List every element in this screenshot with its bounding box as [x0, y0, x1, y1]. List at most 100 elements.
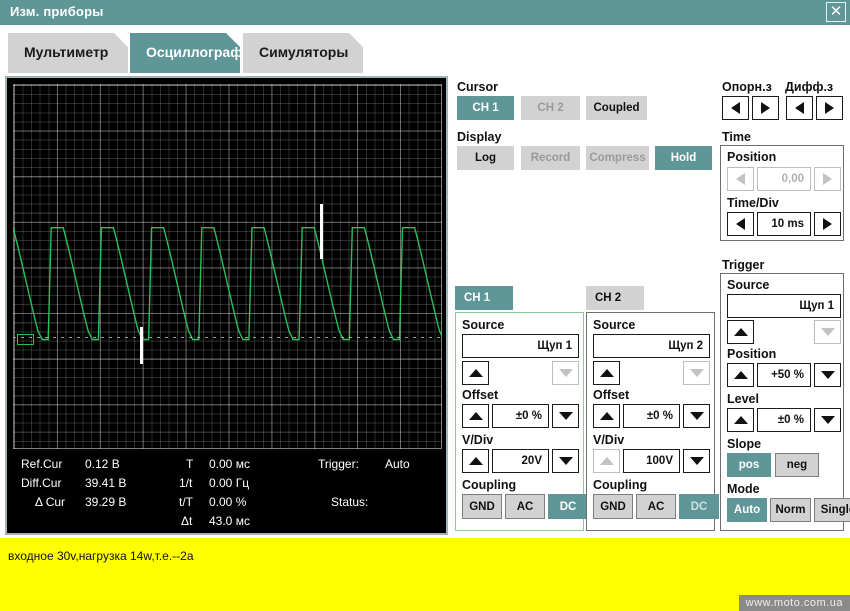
- time-position-value[interactable]: 0,00: [757, 167, 811, 191]
- watermark: www.moto.com.ua: [738, 595, 850, 611]
- ch2-vdiv-up-button[interactable]: [593, 449, 620, 473]
- ch2-offset-down-button[interactable]: [683, 404, 710, 428]
- tab-oscilloscope-label: Осциллограф: [146, 44, 243, 60]
- ch2-coupling-dc-button[interactable]: DC: [679, 494, 719, 519]
- tab-simulators[interactable]: Симуляторы: [243, 33, 363, 73]
- delta-t-value: 43.0 мс: [209, 514, 250, 528]
- ch1-coupling-gnd-button[interactable]: GND: [462, 494, 502, 519]
- time-panel: Position 0,00 Time/Div 10 ms: [720, 145, 844, 241]
- trigger-position-down-button[interactable]: [814, 363, 841, 387]
- window-title: Изм. приборы: [10, 4, 104, 19]
- trigger-position-value[interactable]: +50 %: [757, 363, 811, 387]
- time-position-label: Position: [727, 150, 777, 164]
- diff-nudge-left-button[interactable]: [786, 96, 813, 120]
- ground-level-marker[interactable]: [17, 334, 34, 345]
- chevron-right-icon: [823, 218, 832, 230]
- trigger-level-value[interactable]: ±0 %: [757, 408, 811, 432]
- ref-cur-label: Ref.Cur: [21, 457, 63, 471]
- chevron-up-icon: [599, 457, 614, 465]
- ch1-offset-down-button[interactable]: [552, 404, 579, 428]
- channel-panel-ch2: Source Щуп 2 Offset ±0 % V/Div 100V Coup…: [586, 312, 719, 531]
- chevron-down-icon: [558, 369, 573, 377]
- chevron-up-icon: [733, 328, 748, 336]
- ch1-source-up-button[interactable]: [462, 361, 489, 385]
- chevron-left-icon: [795, 102, 804, 114]
- trigger-level-down-button[interactable]: [814, 408, 841, 432]
- trigger-label: Trigger:: [318, 457, 359, 471]
- chevron-down-icon: [689, 457, 704, 465]
- ref-nudge-left-button[interactable]: [722, 96, 749, 120]
- trigger-value: Auto: [385, 457, 410, 471]
- display-compress-button[interactable]: Compress: [586, 146, 649, 170]
- measurement-readout: Ref.Cur 0.12 В Diff.Cur 39.41 В Δ Cur 39…: [13, 454, 442, 532]
- cursor-ch2-button[interactable]: CH 2: [521, 96, 580, 120]
- cursor-marker-a[interactable]: [140, 327, 143, 364]
- chevron-up-icon: [599, 412, 614, 420]
- ch2-offset-value[interactable]: ±0 %: [623, 404, 680, 428]
- trigger-level-label: Level: [727, 392, 759, 406]
- close-icon[interactable]: ✕: [826, 2, 846, 22]
- trigger-mode-single-button[interactable]: Single: [814, 498, 850, 522]
- ch2-source-up-button[interactable]: [593, 361, 620, 385]
- trigger-slope-neg-button[interactable]: neg: [775, 453, 819, 477]
- chevron-up-icon: [733, 416, 748, 424]
- ch2-coupling-ac-button[interactable]: AC: [636, 494, 676, 519]
- ch2-vdiv-value[interactable]: 100V: [623, 449, 680, 473]
- ch1-coupling-dc-button[interactable]: DC: [548, 494, 588, 519]
- diff-cur-label: Diff.Cur: [21, 476, 62, 490]
- oscilloscope-display[interactable]: Ref.Cur 0.12 В Diff.Cur 39.41 В Δ Cur 39…: [5, 76, 448, 535]
- ch1-offset-value[interactable]: ±0 %: [492, 404, 549, 428]
- trigger-position-up-button[interactable]: [727, 363, 754, 387]
- ch1-source-label: Source: [462, 318, 505, 332]
- cursor-coupled-button[interactable]: Coupled: [586, 96, 647, 120]
- chevron-up-icon: [733, 371, 748, 379]
- ch1-vdiv-down-button[interactable]: [552, 449, 579, 473]
- display-hold-button[interactable]: Hold: [655, 146, 712, 170]
- channel-tab-ch1[interactable]: CH 1: [455, 286, 513, 310]
- tab-oscilloscope[interactable]: Осциллограф: [130, 33, 240, 73]
- display-record-button[interactable]: Record: [521, 146, 580, 170]
- display-log-button[interactable]: Log: [457, 146, 514, 170]
- trigger-slope-label: Slope: [727, 437, 762, 451]
- trigger-mode-auto-button[interactable]: Auto: [727, 498, 767, 522]
- trigger-mode-norm-button[interactable]: Norm: [770, 498, 811, 522]
- time-position-increment-button[interactable]: [814, 167, 841, 191]
- ch1-vdiv-value[interactable]: 20V: [492, 449, 549, 473]
- ch1-source-value[interactable]: Щуп 1: [462, 334, 579, 358]
- ch2-source-down-button[interactable]: [683, 361, 710, 385]
- trigger-source-up-button[interactable]: [727, 320, 754, 344]
- ch2-vdiv-down-button[interactable]: [683, 449, 710, 473]
- trigger-panel: Source Щуп 1 Position +50 % Level ±0 % S…: [720, 273, 850, 531]
- chevron-right-icon: [823, 173, 832, 185]
- ch2-coupling-gnd-button[interactable]: GND: [593, 494, 633, 519]
- ref-nudge-right-button[interactable]: [752, 96, 779, 120]
- tab-simulators-label: Симуляторы: [259, 44, 349, 60]
- diff-nudge-right-button[interactable]: [816, 96, 843, 120]
- trigger-level-up-button[interactable]: [727, 408, 754, 432]
- trigger-slope-pos-button[interactable]: pos: [727, 453, 771, 477]
- ch2-source-value[interactable]: Щуп 2: [593, 334, 710, 358]
- delta-cur-value: 39.29 В: [85, 495, 127, 509]
- cursor-ch1-button[interactable]: CH 1: [457, 96, 514, 120]
- time-section-label: Time: [722, 130, 751, 144]
- channel-panel-ch1: Source Щуп 1 Offset ±0 % V/Div 20V Coupl…: [455, 312, 588, 531]
- tab-multimeter[interactable]: Мультиметр: [8, 33, 128, 73]
- time-div-value[interactable]: 10 ms: [757, 212, 811, 236]
- display-section-label: Display: [457, 130, 502, 144]
- time-position-decrement-button[interactable]: [727, 167, 754, 191]
- cursor-marker-b[interactable]: [320, 204, 323, 259]
- trigger-source-value[interactable]: Щуп 1: [727, 294, 841, 318]
- ch1-source-down-button[interactable]: [552, 361, 579, 385]
- trigger-source-down-button[interactable]: [814, 320, 841, 344]
- trigger-section-label: Trigger: [722, 258, 765, 272]
- chevron-up-icon: [468, 412, 483, 420]
- ch1-offset-up-button[interactable]: [462, 404, 489, 428]
- time-div-decrement-button[interactable]: [727, 212, 754, 236]
- chevron-down-icon: [558, 412, 573, 420]
- ch2-offset-up-button[interactable]: [593, 404, 620, 428]
- ch1-vdiv-up-button[interactable]: [462, 449, 489, 473]
- channel-tab-ch2[interactable]: CH 2: [586, 286, 644, 310]
- t-over-T-label: t/T: [179, 495, 193, 509]
- time-div-increment-button[interactable]: [814, 212, 841, 236]
- ch1-coupling-ac-button[interactable]: AC: [505, 494, 545, 519]
